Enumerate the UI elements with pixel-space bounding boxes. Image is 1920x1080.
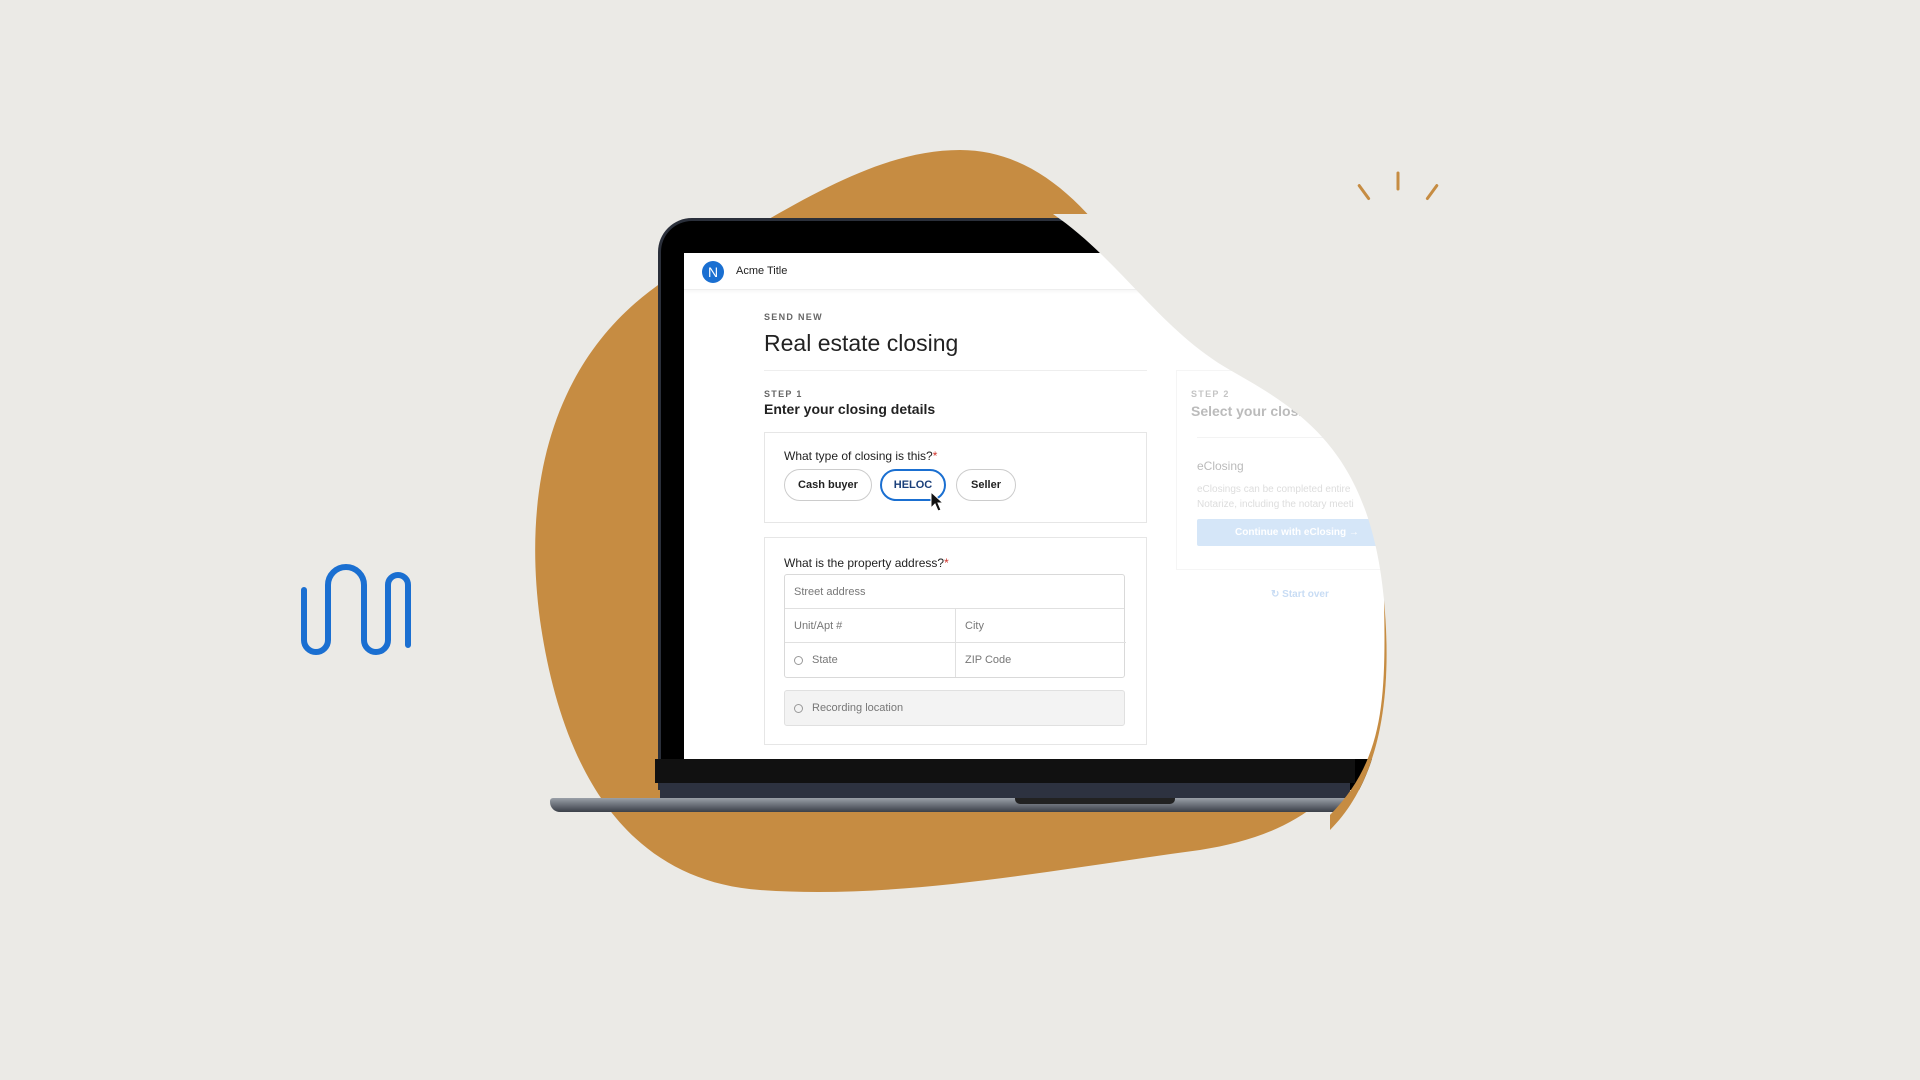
page-title: Real estate closing — [764, 330, 959, 356]
address-question: What is the property address?* — [784, 556, 949, 570]
step2-panel: STEP 2 Select your closi eClosing eClosi… — [1176, 370, 1424, 570]
step1-label: STEP 1 — [764, 389, 803, 399]
step1-title: Enter your closing details — [764, 401, 936, 417]
start-over-link[interactable]: ↻ Start over — [1271, 589, 1329, 600]
search-icon — [794, 655, 803, 665]
search-icon — [794, 703, 803, 713]
sun-ray — [1444, 252, 1463, 261]
step2-title: Select your closi — [1191, 403, 1303, 419]
dot — [1430, 710, 1434, 715]
app-header: N Acme Title — [684, 253, 1424, 290]
address-grid: Street address Unit/Apt # City State ZIP… — [784, 574, 1126, 678]
dot — [1466, 701, 1471, 705]
sun-ray — [1425, 277, 1439, 294]
divider — [1197, 437, 1417, 438]
dot — [1503, 710, 1508, 715]
option-seller[interactable]: Seller — [956, 469, 1016, 501]
page-eyebrow: SEND NEW — [764, 312, 823, 322]
dot — [1485, 701, 1490, 705]
dot — [1439, 701, 1444, 705]
mouse-cursor-icon — [930, 491, 945, 512]
app-logo[interactable]: N — [702, 261, 724, 283]
dot — [1430, 720, 1434, 724]
dot — [1503, 720, 1508, 724]
laptop-notch — [1015, 798, 1175, 804]
dot — [1512, 710, 1517, 715]
state-input[interactable]: State — [785, 643, 956, 677]
dot — [1476, 720, 1480, 724]
laptop-base — [550, 798, 1350, 812]
sun-ray — [1444, 217, 1463, 226]
app-screen: N Acme Title SEND NEW Real estate closin… — [684, 253, 1424, 759]
dot — [1457, 710, 1462, 715]
city-input[interactable]: City — [956, 609, 1126, 643]
unit-input[interactable]: Unit/Apt # — [785, 609, 956, 643]
eclosing-title: eClosing — [1197, 459, 1244, 473]
dot — [1448, 720, 1453, 724]
dot — [1439, 720, 1444, 724]
dot — [1476, 710, 1480, 715]
dot — [1476, 701, 1480, 705]
option-cash-buyer[interactable]: Cash buyer — [784, 469, 872, 501]
dot — [1485, 720, 1490, 724]
dot — [1457, 720, 1462, 724]
dot — [1466, 710, 1471, 715]
dot — [1448, 701, 1453, 705]
dot — [1457, 701, 1462, 705]
zip-input[interactable]: ZIP Code — [956, 643, 1126, 677]
dot — [1430, 701, 1434, 705]
dot — [1494, 701, 1499, 705]
org-name: Acme Title — [736, 265, 788, 277]
dot — [1494, 710, 1499, 715]
step2-label: STEP 2 — [1191, 389, 1230, 399]
street-input[interactable]: Street address — [785, 575, 1124, 609]
closing-type-question: What type of closing is this?* — [784, 449, 938, 463]
recording-location-input[interactable]: Recording location — [784, 690, 1125, 726]
dot — [1439, 710, 1444, 715]
dot — [1494, 720, 1499, 724]
dot — [1503, 701, 1508, 705]
continue-eclosing-button[interactable]: Continue with eClosing → — [1197, 519, 1397, 546]
dot — [1485, 710, 1490, 715]
sun-ray — [1357, 184, 1371, 201]
divider — [764, 370, 1147, 371]
eclosing-description: eClosings can be completed entire Notariz… — [1197, 484, 1354, 510]
sun-ray — [1425, 184, 1439, 201]
dot — [1512, 720, 1517, 724]
address-card: What is the property address?* Street ad… — [764, 537, 1147, 745]
dot — [1512, 701, 1517, 705]
closing-type-card: What type of closing is this?* Cash buye… — [764, 432, 1147, 523]
laptop-bezel-bottom — [655, 759, 1355, 783]
dot — [1466, 720, 1471, 724]
laptop-hinge — [660, 783, 1350, 798]
dot — [1448, 710, 1453, 715]
squiggle-icon — [301, 564, 411, 655]
refresh-icon: ↻ — [1271, 589, 1283, 600]
